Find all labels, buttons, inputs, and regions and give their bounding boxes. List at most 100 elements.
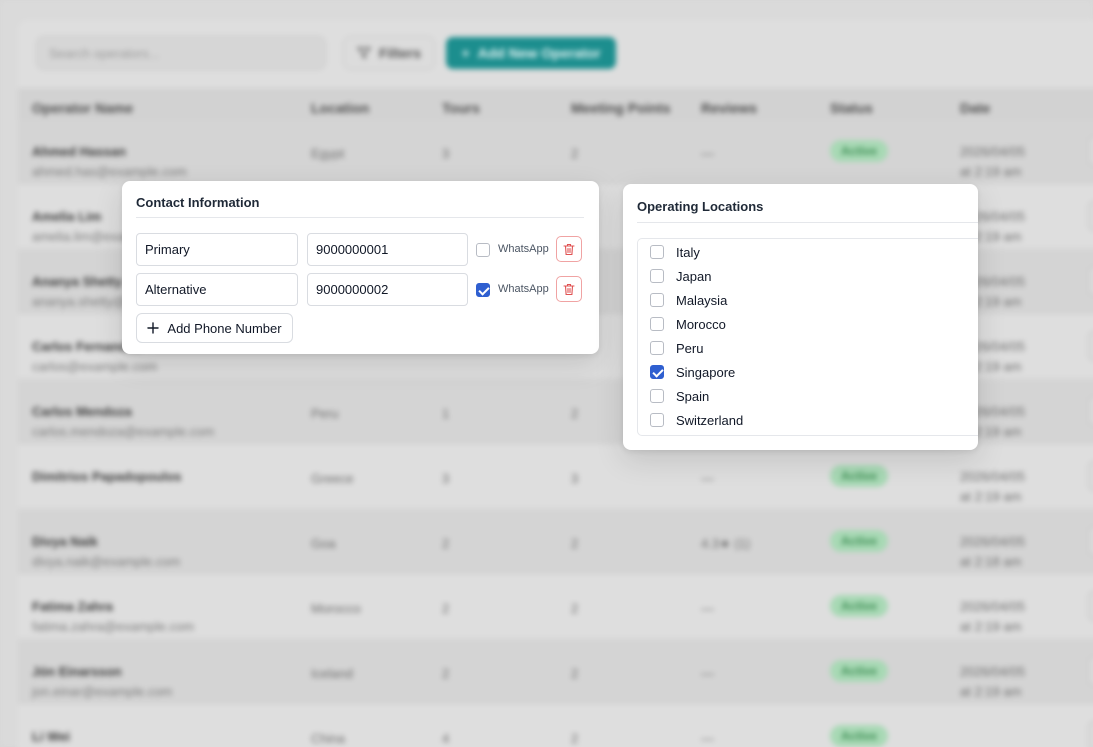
location-checkbox[interactable]	[650, 293, 664, 307]
operator-tours: 3	[442, 471, 450, 486]
operator-tours: 1	[442, 406, 450, 421]
popup-title: Operating Locations	[637, 199, 764, 214]
add-new-operator-label: Add New Operator	[477, 45, 601, 61]
location-checkbox[interactable]	[650, 365, 664, 379]
col-operator-name[interactable]: Operator Name	[32, 100, 133, 116]
trash-icon	[563, 243, 575, 255]
operator-location: Peru	[311, 406, 339, 421]
location-checkbox[interactable]	[650, 245, 664, 259]
row-action-button[interactable]	[1088, 526, 1093, 556]
locations-list[interactable]: Italy Japan Malaysia Morocco Peru Singapore Sp…	[637, 238, 978, 436]
filter-icon	[356, 47, 371, 60]
operator-name: Carlos Mendoza	[32, 404, 132, 419]
contact-information-popup: Contact Information Primary 9000000001 W…	[122, 181, 599, 354]
location-label: Morocco	[676, 316, 726, 332]
operator-email: carlos@example.com	[32, 359, 158, 374]
table-row[interactable]: Divya Naik divya.naik@example.com Goa 2 2 4.3…	[18, 510, 1093, 574]
table-row[interactable]: Dimitrios Papadopoulos Greece 3 3 — Active 202…	[18, 445, 1093, 509]
status-badge: Active	[830, 595, 888, 617]
whatsapp-checkbox-alternative[interactable]	[476, 283, 490, 297]
search-input[interactable]: Search operators...	[36, 36, 326, 70]
operator-reviews: —	[701, 666, 714, 681]
col-reviews[interactable]: Reviews	[701, 100, 757, 116]
col-tours[interactable]: Tours	[442, 100, 480, 116]
location-option[interactable]: Japan	[638, 264, 958, 288]
operator-email: fatima.zahra@example.com	[32, 619, 195, 634]
plus-icon	[147, 322, 160, 334]
operator-reviews: —	[701, 731, 714, 746]
row-action-button[interactable]	[1088, 331, 1093, 361]
location-label: Spain	[676, 388, 710, 404]
add-new-operator-button[interactable]: + Add New Operator	[446, 37, 616, 69]
location-checkbox[interactable]	[650, 269, 664, 283]
toolbar: Search operators... Filters + Add New Op…	[18, 20, 1093, 88]
col-date[interactable]: Date	[960, 100, 990, 116]
phone-number-input-primary[interactable]: 9000000001	[307, 233, 468, 266]
status-badge: Active	[830, 660, 888, 682]
row-action-button[interactable]	[1088, 201, 1093, 231]
phone-type-select-alternative[interactable]: Alternative	[136, 273, 298, 306]
operator-meeting-points: 2	[571, 406, 579, 421]
add-phone-number-label: Add Phone Number	[167, 320, 282, 336]
operator-reviews: 4.3★ (1)	[701, 536, 751, 551]
operator-tours: 4	[442, 731, 450, 746]
table-row[interactable]: Li Wei China 4 2 — Active	[18, 705, 1093, 747]
location-checkbox[interactable]	[650, 341, 664, 355]
add-phone-number-button[interactable]: Add Phone Number	[136, 313, 293, 343]
operator-email: jon.einar@example.com	[32, 684, 173, 699]
whatsapp-label: WhatsApp	[498, 283, 549, 295]
location-checkbox[interactable]	[650, 317, 664, 331]
location-option[interactable]: Italy	[638, 240, 958, 264]
phone-number-input-alternative[interactable]: 9000000002	[307, 273, 468, 306]
table-row[interactable]: Fatima Zahra fatima.zahra@example.com Moro…	[18, 575, 1093, 639]
operator-email: ahmed.has@example.com	[32, 164, 187, 179]
row-action-button[interactable]	[1088, 396, 1093, 426]
row-action-button[interactable]	[1088, 591, 1093, 621]
trash-icon	[563, 283, 575, 295]
location-checkbox[interactable]	[650, 413, 664, 427]
delete-phone-button-primary[interactable]	[556, 236, 582, 262]
operator-date: 2026/04/05	[960, 144, 1026, 159]
location-option[interactable]: Singapore	[638, 360, 958, 384]
divider	[136, 217, 584, 218]
table-row[interactable]: Jón Einarsson jon.einar@example.com Icelan…	[18, 640, 1093, 704]
operator-date: 2026/04/05	[960, 664, 1026, 679]
row-action-button[interactable]	[1088, 461, 1093, 491]
operator-tours: 2	[442, 536, 450, 551]
location-label: Singapore	[676, 364, 736, 380]
operator-time: at 2:19 am	[960, 684, 1022, 699]
location-option[interactable]: Morocco	[638, 312, 958, 336]
phone-type-select-primary[interactable]: Primary	[136, 233, 298, 266]
operator-reviews: —	[701, 471, 714, 486]
location-option[interactable]: Switzerland	[638, 408, 958, 432]
table-row[interactable]: Ahmed Hassan ahmed.has@example.com Egypt 3 2…	[18, 120, 1093, 184]
location-option[interactable]: Peru	[638, 336, 958, 360]
operator-reviews: —	[701, 146, 714, 161]
row-action-button[interactable]	[1088, 721, 1093, 747]
location-option[interactable]: Malaysia	[638, 288, 958, 312]
filters-button[interactable]: Filters	[343, 36, 435, 70]
row-action-button[interactable]	[1088, 136, 1093, 166]
col-status[interactable]: Status	[830, 100, 873, 116]
row-action-button[interactable]	[1088, 656, 1093, 686]
location-checkbox[interactable]	[650, 389, 664, 403]
operator-date: 2026/04/05	[960, 534, 1026, 549]
col-location[interactable]: Location	[311, 100, 369, 116]
row-action-button[interactable]	[1088, 266, 1093, 296]
operator-location: Egypt	[311, 146, 345, 161]
operator-time: at 2:19 am	[960, 619, 1022, 634]
delete-phone-button-alternative[interactable]	[556, 276, 582, 302]
status-badge: Active	[830, 725, 888, 747]
operator-time: at 2:18 am	[960, 554, 1022, 569]
whatsapp-checkbox-primary[interactable]	[476, 243, 490, 257]
operator-tours: 2	[442, 601, 450, 616]
col-meeting-points[interactable]: Meeting Points	[571, 100, 671, 116]
location-label: Switzerland	[676, 412, 744, 428]
operator-meeting-points: 2	[571, 146, 579, 161]
plus-icon: +	[461, 45, 470, 61]
operator-meeting-points: 2	[571, 536, 579, 551]
operator-location: Morocco	[311, 601, 361, 616]
location-option[interactable]: Spain	[638, 384, 958, 408]
operator-location: Greece	[311, 471, 354, 486]
operator-name: Fatima Zahra	[32, 599, 113, 614]
